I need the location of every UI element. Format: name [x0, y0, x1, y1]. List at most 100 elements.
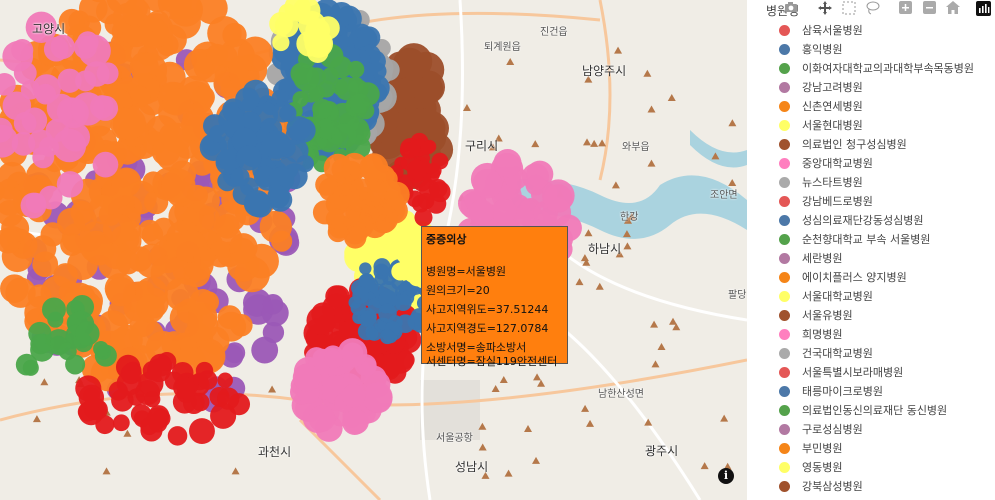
scatter-point — [236, 145, 262, 171]
legend-item[interactable]: 세란병원 — [762, 249, 990, 267]
zoom-in-icon[interactable] — [896, 1, 914, 19]
legend-marker-icon — [779, 120, 790, 131]
tooltip-line: 서센터명=잠실119안전센터 — [426, 355, 558, 368]
tooltip-line: 사고지역경도=127.0784 — [426, 322, 549, 335]
legend-label: 삼육서울병원 — [802, 24, 863, 37]
scatter-point — [344, 409, 369, 435]
lasso-icon[interactable] — [864, 1, 882, 19]
legend-item[interactable]: 강북삼성병원 — [762, 477, 990, 495]
scatter-point — [188, 418, 215, 445]
scatter-point — [217, 149, 236, 168]
legend-item[interactable]: 홍익병원 — [762, 40, 990, 58]
legend-label: 서울특별시보라매병원 — [802, 366, 904, 379]
scatter-point — [359, 262, 372, 275]
legend-item[interactable]: 부민병원 — [762, 439, 990, 457]
plotly-logo-icon[interactable] — [974, 1, 992, 19]
legend-item[interactable]: 신촌연세병원 — [762, 97, 990, 115]
legend-item[interactable]: 서울특별시보라매병원 — [762, 363, 990, 381]
legend-item[interactable]: 서울유병원 — [762, 306, 990, 324]
scatter-point — [337, 338, 368, 368]
legend-label: 에이치플러스 양지병원 — [802, 271, 907, 284]
place-label: 진건읍 — [540, 27, 568, 38]
scatter-point — [189, 288, 216, 316]
scatter-point — [382, 197, 408, 224]
legend-item[interactable]: 서울현대병원 — [762, 116, 990, 134]
scatter-point — [429, 181, 451, 203]
legend-item[interactable]: 순천향대학교 부속 서울병원 — [762, 230, 990, 248]
legend-marker-icon — [779, 82, 790, 93]
place-label: 구리시 — [465, 139, 499, 153]
scatter-point — [206, 43, 229, 66]
legend-item[interactable]: 구로성심병원 — [762, 420, 990, 438]
legend-label: 희명병원 — [802, 328, 843, 341]
info-icon[interactable]: i — [718, 468, 734, 484]
legend-item[interactable]: 뉴스타트병원 — [762, 173, 990, 191]
modebar — [760, 0, 995, 20]
legend-item[interactable]: 삼육서울병원 — [762, 21, 990, 39]
scatter-point — [96, 310, 129, 342]
legend-item[interactable]: 서울대학교병원 — [762, 287, 990, 305]
zoom-out-icon[interactable] — [920, 1, 938, 19]
scatter-point — [11, 132, 36, 156]
place-label: 서울공항 — [436, 433, 473, 444]
camera-icon[interactable] — [782, 1, 800, 19]
scatter-point — [213, 215, 235, 238]
legend-item[interactable]: 의료법인동신의료재단 동신병원 — [762, 401, 990, 419]
legend-item[interactable]: 강남베드로병원 — [762, 192, 990, 210]
scatter-point — [208, 124, 227, 143]
legend-marker-icon — [779, 101, 790, 112]
scatter-point — [491, 198, 517, 224]
legend-label: 서울유병원 — [802, 309, 853, 322]
legend-label: 구로성심병원 — [802, 423, 863, 436]
home-icon[interactable] — [944, 1, 962, 19]
legend-marker-icon — [779, 405, 790, 416]
scatter-point — [379, 329, 395, 345]
scatter-point — [217, 372, 233, 389]
scatter-point — [112, 414, 130, 432]
legend-item[interactable]: 중앙대학교병원 — [762, 154, 990, 172]
legend-label: 서울현대병원 — [802, 119, 863, 132]
scatter-point — [306, 306, 336, 335]
legend-item[interactable]: 의료법인 청구성심병원 — [762, 135, 990, 153]
scatter-point — [78, 384, 105, 411]
scatter-point — [360, 310, 377, 327]
legend-item[interactable]: 이화여자대학교의과대학부속목동병원 — [762, 59, 990, 77]
place-label: 한강 — [620, 212, 639, 223]
scatter-point — [144, 391, 161, 408]
legend-marker-icon — [779, 139, 790, 150]
map-area[interactable]: 고양시 퇴계원읍 진건읍 남양주시 와부읍 구리시 조안면 하남시 남한산성면 과천시 성남시 광주시… — [0, 0, 747, 500]
scatter-point — [279, 104, 297, 122]
scatter-point — [251, 336, 279, 364]
scatter-point — [230, 167, 250, 187]
map-canvas[interactable] — [0, 0, 747, 500]
scatter-point — [235, 87, 260, 112]
legend-label: 뉴스타트병원 — [802, 176, 863, 189]
legend-item[interactable]: 강남고려병원 — [762, 78, 990, 96]
legend-marker-icon — [779, 158, 790, 169]
box-select-icon[interactable] — [840, 1, 858, 19]
tooltip-line: 병원명=서울병원 — [426, 265, 507, 278]
legend-item[interactable]: 희명병원 — [762, 325, 990, 343]
legend-marker-icon — [779, 272, 790, 283]
scatter-point — [400, 154, 418, 171]
legend-marker-icon — [779, 63, 790, 74]
legend-marker-icon — [779, 367, 790, 378]
hover-tooltip: 중증외상 병원명=서울병원 원의크기=20 사고지역위도=37.51244 사고… — [421, 226, 568, 368]
legend-item[interactable]: 에이치플러스 양지병원 — [762, 268, 990, 286]
legend-item[interactable]: 성심의료재단강동성심병원 — [762, 211, 990, 229]
scatter-point — [102, 213, 134, 245]
legend-marker-icon — [779, 329, 790, 340]
scatter-point — [406, 108, 435, 136]
legend-item[interactable]: 영동병원 — [762, 458, 990, 476]
scatter-point — [267, 185, 290, 209]
legend-item[interactable]: 태릉마이크로병원 — [762, 382, 990, 400]
legend-marker-icon — [779, 462, 790, 473]
scatter-point — [373, 258, 391, 276]
place-label: 하남시 — [588, 242, 622, 256]
pan-icon[interactable] — [816, 1, 834, 19]
scatter-point — [349, 93, 371, 114]
legend-label: 의료법인 청구성심병원 — [802, 138, 907, 151]
legend-label: 순천향대학교 부속 서울병원 — [802, 233, 931, 246]
legend-label: 강남고려병원 — [802, 81, 863, 94]
legend-item[interactable]: 건국대학교병원 — [762, 344, 990, 362]
